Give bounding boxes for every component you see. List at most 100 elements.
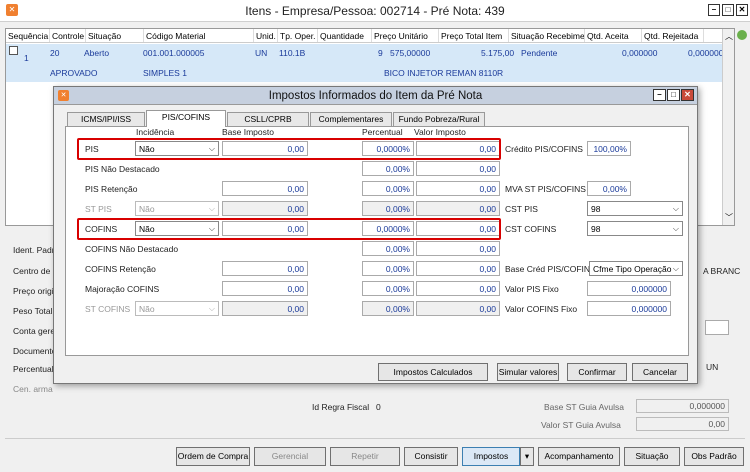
mva-st-field[interactable]: 0,00% (587, 181, 631, 196)
pis-nd-percentual-field[interactable]: 0,00% (362, 161, 414, 176)
col-codigo-material[interactable]: Código Material (144, 29, 254, 42)
label-peso-total: Peso Total (13, 306, 53, 316)
maj-cofins-base-field[interactable]: 0,00 (222, 281, 308, 296)
label-mva-st: MVA ST PIS/COFINS (505, 184, 586, 194)
tab-fundo-pobreza[interactable]: Fundo Pobreza/Rural (393, 112, 485, 126)
col-quantidade[interactable]: Quantidade (318, 29, 372, 42)
header-base-imposto: Base Imposto (222, 127, 274, 137)
tab-pis-cofins[interactable]: PIS/COFINS (146, 110, 226, 127)
label-valor-cofins-fixo: Valor COFINS Fixo (505, 304, 578, 314)
col-tp-oper[interactable]: Tp. Oper. (278, 29, 318, 42)
label-base-st-guia: Base ST Guia Avulsa (544, 402, 625, 412)
repetir-button[interactable]: Repetir (330, 447, 400, 466)
label-percentual: Percentual (13, 364, 54, 374)
window-titlebar: ✕ Itens - Empresa/Pessoa: 002714 - Pré N… (0, 0, 750, 22)
bg-right-text: A BRANC (703, 266, 741, 276)
cofins-nd-percentual-field[interactable]: 0,00% (362, 241, 414, 256)
chevron-up-icon[interactable]: ︿ (725, 31, 733, 42)
col-preco-total[interactable]: Preço Total Item (439, 29, 509, 42)
label-conta-gerencial: Conta gere (13, 326, 56, 336)
label-cofins-nao-destacado: COFINS Não Destacado (85, 244, 179, 254)
table-row[interactable]: 1 20 Aberto 001.001.000005 UN 110.1B 9 5… (6, 44, 724, 82)
minimize-icon[interactable]: – (708, 4, 720, 16)
cofins-ret-valor-field[interactable]: 0,00 (416, 261, 500, 276)
bg-right-field[interactable] (705, 320, 729, 335)
cell-tpoper: 110.1B (279, 48, 306, 58)
gerencial-button[interactable]: Gerencial (254, 447, 326, 466)
pis-ret-base-field[interactable]: 0,00 (222, 181, 308, 196)
dialog-close-icon[interactable]: ✕ (681, 89, 694, 101)
situacao-button[interactable]: Situação (624, 447, 680, 466)
col-controle[interactable]: Controle (50, 29, 86, 42)
impostos-calculados-button[interactable]: Impostos Calculados (378, 363, 488, 381)
chevron-down-icon[interactable]: ﹀ (725, 212, 733, 223)
tab-icms-ipi-iss[interactable]: ICMS/IPI/ISS (67, 112, 145, 126)
pis-ret-valor-field[interactable]: 0,00 (416, 181, 500, 196)
acompanhamento-button[interactable]: Acompanhamento (538, 447, 620, 466)
col-unid[interactable]: Unid. (254, 29, 278, 42)
maj-cofins-percentual-field[interactable]: 0,00% (362, 281, 414, 296)
cell-unid: UN (255, 48, 268, 58)
maximize-icon[interactable]: □ (722, 4, 734, 16)
cst-pis-select[interactable]: 98 ⌵ (587, 201, 683, 216)
tab-csll-cprb[interactable]: CSLL/CPRB (227, 112, 309, 126)
label-preco-original: Preço origi (13, 286, 54, 296)
consistir-button[interactable]: Consistir (404, 447, 458, 466)
obs-padrao-button[interactable]: Obs Padrão (684, 447, 744, 466)
cst-cofins-select[interactable]: 98 ⌵ (587, 221, 683, 236)
cell-sit-receb: Pendente (521, 48, 558, 58)
st-pis-base-field[interactable]: 0,00 (222, 201, 308, 216)
side-tool-icon[interactable] (737, 30, 747, 40)
label-cst-cofins: CST COFINS (505, 224, 557, 234)
cell-situacao: Aberto (84, 48, 110, 58)
cancelar-button[interactable]: Cancelar (632, 363, 688, 381)
cofins-ret-base-field[interactable]: 0,00 (222, 261, 308, 276)
dialog-minimize-icon[interactable]: – (653, 89, 666, 101)
ordem-compra-button[interactable]: Ordem de Compra (176, 447, 250, 466)
chevron-down-icon: ⌵ (208, 304, 215, 313)
cell-seq: 1 (24, 53, 29, 63)
pis-ret-percentual-field[interactable]: 0,00% (362, 181, 414, 196)
col-qtd-aceita[interactable]: Qtd. Aceita (585, 29, 642, 42)
dialog-title: Impostos Informados do Item da Pré Nota (268, 90, 483, 102)
base-cred-select[interactable]: Cfme Tipo Operação ⌵ (589, 261, 683, 276)
label-ident-padrao: Ident. Padr (13, 245, 55, 255)
cell-qtd-aceita: 0,000000 (622, 48, 658, 58)
valor-pis-fixo-field[interactable]: 0,000000 (587, 281, 671, 296)
tab-complementares[interactable]: Complementares (310, 112, 392, 126)
st-cofins-base-field[interactable]: 0,00 (222, 301, 308, 316)
close-icon[interactable]: ✕ (736, 4, 748, 16)
confirmar-button[interactable]: Confirmar (567, 363, 627, 381)
dialog-maximize-icon[interactable]: □ (667, 89, 680, 101)
simular-valores-button[interactable]: Simular valores (497, 363, 559, 381)
col-preco-unitario[interactable]: Preço Unitário (372, 29, 439, 42)
label-pis-nao-destacado: PIS Não Destacado (85, 164, 160, 174)
base-st-guia-field[interactable]: 0,000000 (636, 399, 729, 413)
st-cofins-percentual-field[interactable]: 0,00% (362, 301, 414, 316)
col-situacao[interactable]: Situação (86, 29, 144, 42)
col-qtd-rejeitada[interactable]: Qtd. Rejeitada (642, 29, 704, 42)
impostos-dialog: ✕ Impostos Informados do Item da Pré Not… (53, 86, 698, 384)
valor-cofins-fixo-field[interactable]: 0,000000 (587, 301, 671, 316)
cofins-ret-percentual-field[interactable]: 0,00% (362, 261, 414, 276)
st-cofins-incidencia-select[interactable]: Não ⌵ (135, 301, 219, 316)
impostos-dropdown-icon[interactable]: ▾ (520, 447, 534, 466)
cell-preco-unit: 575,00000 (390, 48, 431, 58)
st-pis-valor-field[interactable]: 0,00 (416, 201, 500, 216)
pis-nd-valor-field[interactable]: 0,00 (416, 161, 500, 176)
grid-scrollbar[interactable]: ︿ ﹀ (722, 29, 734, 225)
label-cst-pis: CST PIS (505, 204, 538, 214)
credito-pis-cofins-field[interactable]: 100,00% (587, 141, 631, 156)
maj-cofins-valor-field[interactable]: 0,00 (416, 281, 500, 296)
label-base-cred: Base Créd PIS/COFINS (505, 264, 596, 274)
cofins-nd-valor-field[interactable]: 0,00 (416, 241, 500, 256)
valor-st-guia-field[interactable]: 0,00 (636, 417, 729, 431)
st-pis-percentual-field[interactable]: 0,00% (362, 201, 414, 216)
header-percentual: Percentual (362, 127, 403, 137)
row-checkbox[interactable] (9, 46, 18, 55)
st-cofins-valor-field[interactable]: 0,00 (416, 301, 500, 316)
col-sequencia[interactable]: Sequência (6, 29, 50, 42)
impostos-button[interactable]: Impostos (462, 447, 520, 466)
st-pis-incidencia-select[interactable]: Não ⌵ (135, 201, 219, 216)
col-situacao-receb[interactable]: Situação Recebimen. (509, 29, 585, 42)
